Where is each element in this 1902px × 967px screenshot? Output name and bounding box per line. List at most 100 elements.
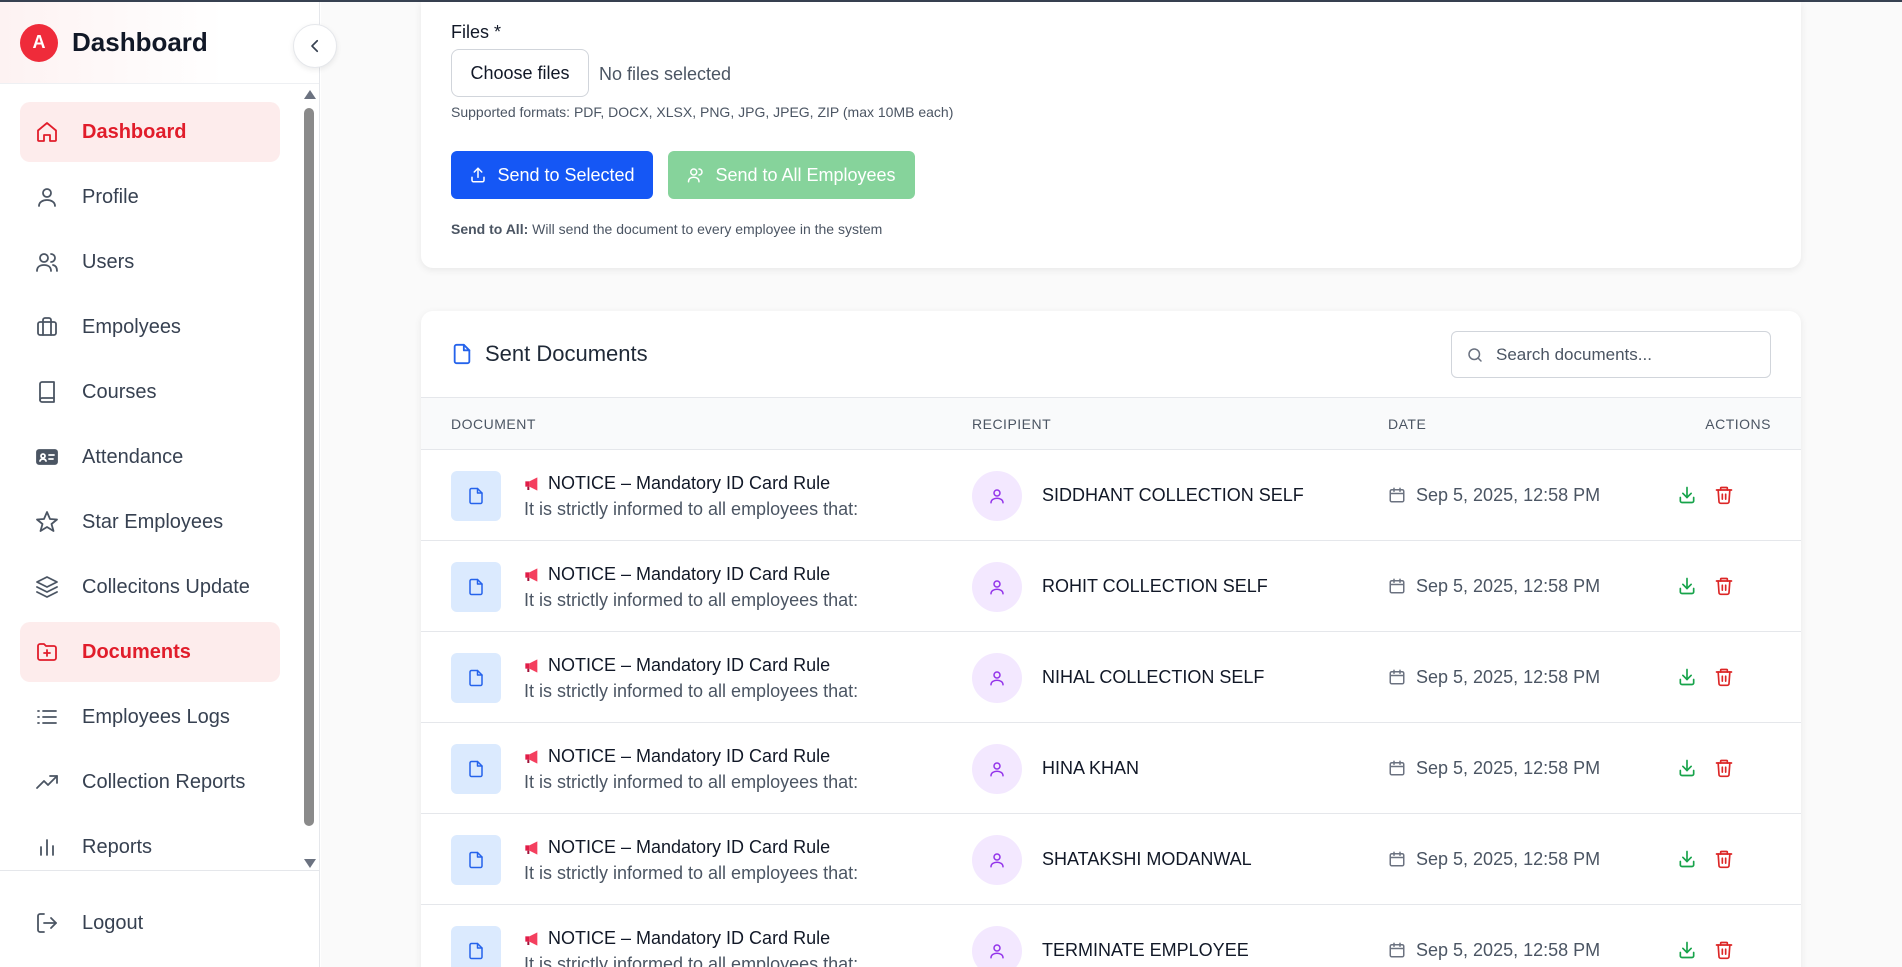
user-icon bbox=[990, 853, 1004, 868]
send-to-all-button[interactable]: Send to All Employees bbox=[668, 151, 915, 199]
column-document[interactable]: DOCUMENT bbox=[451, 416, 536, 432]
sidebar-item-label: Dashboard bbox=[82, 120, 187, 143]
send-to-selected-label: Send to Selected bbox=[497, 164, 635, 185]
sidebar-item-employees[interactable]: Empolyees bbox=[20, 297, 280, 357]
delete-button[interactable] bbox=[1714, 667, 1734, 692]
document-title-text: NOTICE – Mandatory ID Card Rule bbox=[548, 928, 831, 948]
user-icon bbox=[990, 580, 1004, 595]
users-icon bbox=[688, 168, 704, 183]
sidebar-item-star-employees[interactable]: Star Employees bbox=[20, 492, 280, 552]
sent-date: Sep 5, 2025, 12:58 PM bbox=[1388, 667, 1600, 688]
table-row[interactable]: NOTICE – Mandatory ID Card Rule It is st… bbox=[421, 723, 1801, 814]
sidebar: A Dashboard Dashboard Profile Users Empo… bbox=[0, 2, 337, 967]
sent-date: Sep 5, 2025, 12:58 PM bbox=[1388, 485, 1600, 506]
delete-button[interactable] bbox=[1714, 940, 1734, 965]
download-icon bbox=[1679, 759, 1695, 777]
megaphone-icon bbox=[525, 840, 538, 855]
scroll-down-arrow[interactable] bbox=[304, 859, 316, 868]
download-button[interactable] bbox=[1677, 485, 1697, 510]
documents-table-body: NOTICE – Mandatory ID Card Rule It is st… bbox=[421, 450, 1801, 967]
sent-date-text: Sep 5, 2025, 12:58 PM bbox=[1416, 758, 1601, 778]
sidebar-item-dashboard[interactable]: Dashboard bbox=[20, 102, 280, 162]
table-row[interactable]: NOTICE – Mandatory ID Card Rule It is st… bbox=[421, 905, 1801, 967]
sidebar-item-label: Users bbox=[82, 250, 135, 273]
table-row[interactable]: NOTICE – Mandatory ID Card Rule It is st… bbox=[421, 632, 1801, 723]
folder-plus-icon bbox=[34, 639, 60, 665]
user-icon bbox=[990, 944, 1004, 959]
trash-icon bbox=[1715, 941, 1733, 960]
trash-icon bbox=[1715, 759, 1733, 778]
document-title: NOTICE – Mandatory ID Card Rule bbox=[524, 473, 830, 494]
collapse-sidebar-button[interactable] bbox=[293, 24, 337, 68]
column-date[interactable]: DATE bbox=[1388, 416, 1426, 432]
logout-icon bbox=[34, 910, 60, 936]
upload-icon bbox=[471, 167, 486, 183]
table-row[interactable]: NOTICE – Mandatory ID Card Rule It is st… bbox=[421, 814, 1801, 905]
column-recipient[interactable]: RECIPIENT bbox=[972, 416, 1051, 432]
download-button[interactable] bbox=[1677, 667, 1697, 692]
column-actions: ACTIONS bbox=[1705, 416, 1771, 432]
user-icon bbox=[34, 184, 60, 210]
send-to-selected-button[interactable]: Send to Selected bbox=[451, 151, 653, 199]
document-title-text: NOTICE – Mandatory ID Card Rule bbox=[548, 655, 831, 675]
sidebar-item-users[interactable]: Users bbox=[20, 232, 280, 292]
document-description: It is strictly informed to all employees… bbox=[524, 499, 859, 519]
scroll-thumb[interactable] bbox=[304, 108, 314, 826]
send-all-note-text: Will send the document to every employee… bbox=[528, 221, 883, 237]
document-title-text: NOTICE – Mandatory ID Card Rule bbox=[548, 746, 831, 766]
sidebar-item-reports[interactable]: Reports bbox=[20, 817, 280, 877]
table-header: DOCUMENT RECIPIENT DATE ACTIONS bbox=[421, 398, 1801, 450]
sidebar-item-attendance[interactable]: Attendance bbox=[20, 427, 280, 487]
sidebar-item-courses[interactable]: Courses bbox=[20, 362, 280, 422]
delete-button[interactable] bbox=[1714, 485, 1734, 510]
sent-date: Sep 5, 2025, 12:58 PM bbox=[1388, 758, 1600, 779]
download-button[interactable] bbox=[1677, 758, 1697, 783]
home-icon bbox=[34, 119, 60, 145]
document-title: NOTICE – Mandatory ID Card Rule bbox=[524, 837, 830, 858]
megaphone-icon bbox=[525, 567, 538, 582]
brand-title: Dashboard bbox=[72, 27, 208, 57]
scroll-up-arrow[interactable] bbox=[304, 90, 316, 99]
calendar-icon bbox=[1389, 942, 1405, 957]
trending-up-icon bbox=[34, 769, 60, 795]
sidebar-item-label: Reports bbox=[82, 835, 153, 858]
calendar-icon bbox=[1389, 487, 1405, 502]
search-icon bbox=[1468, 347, 1482, 362]
sidebar-item-employees-logs[interactable]: Employees Logs bbox=[20, 687, 280, 747]
trash-icon bbox=[1715, 668, 1733, 687]
table-row[interactable]: NOTICE – Mandatory ID Card Rule It is st… bbox=[421, 541, 1801, 632]
download-button[interactable] bbox=[1677, 940, 1697, 965]
choose-files-button[interactable]: Choose files bbox=[451, 49, 589, 97]
sidebar-scrollbar[interactable] bbox=[302, 88, 316, 870]
delete-button[interactable] bbox=[1714, 576, 1734, 601]
document-icon bbox=[451, 926, 501, 967]
user-icon bbox=[990, 671, 1004, 686]
sent-date-text: Sep 5, 2025, 12:58 PM bbox=[1416, 485, 1601, 505]
sidebar-item-profile[interactable]: Profile bbox=[20, 167, 280, 227]
table-row[interactable]: NOTICE – Mandatory ID Card Rule It is st… bbox=[421, 450, 1801, 541]
document-icon bbox=[451, 562, 501, 612]
id-card-icon bbox=[34, 444, 60, 470]
document-title-text: NOTICE – Mandatory ID Card Rule bbox=[548, 564, 831, 584]
document-icon bbox=[451, 653, 501, 703]
document-title-text: NOTICE – Mandatory ID Card Rule bbox=[548, 837, 831, 857]
calendar-icon bbox=[1389, 578, 1405, 593]
search-input[interactable] bbox=[1496, 344, 1736, 365]
delete-button[interactable] bbox=[1714, 758, 1734, 783]
sidebar-item-documents[interactable]: Documents bbox=[20, 622, 280, 682]
supported-formats-text: Supported formats: PDF, DOCX, XLSX, PNG,… bbox=[451, 104, 954, 120]
search-documents[interactable] bbox=[1451, 331, 1771, 378]
download-button[interactable] bbox=[1677, 849, 1697, 874]
logout-button[interactable]: Logout bbox=[20, 893, 320, 953]
sidebar-item-label: Collection Reports bbox=[82, 770, 246, 793]
list-icon bbox=[34, 704, 60, 730]
sidebar-item-label: Empolyees bbox=[82, 315, 181, 338]
user-icon bbox=[990, 489, 1004, 504]
delete-button[interactable] bbox=[1714, 849, 1734, 874]
document-description: It is strictly informed to all employees… bbox=[524, 772, 859, 792]
download-button[interactable] bbox=[1677, 576, 1697, 601]
document-icon bbox=[451, 744, 501, 794]
sidebar-item-collections-update[interactable]: Collecitons Update bbox=[20, 557, 280, 617]
sidebar-item-collection-reports[interactable]: Collection Reports bbox=[20, 752, 280, 812]
document-title-text: NOTICE – Mandatory ID Card Rule bbox=[548, 473, 831, 493]
